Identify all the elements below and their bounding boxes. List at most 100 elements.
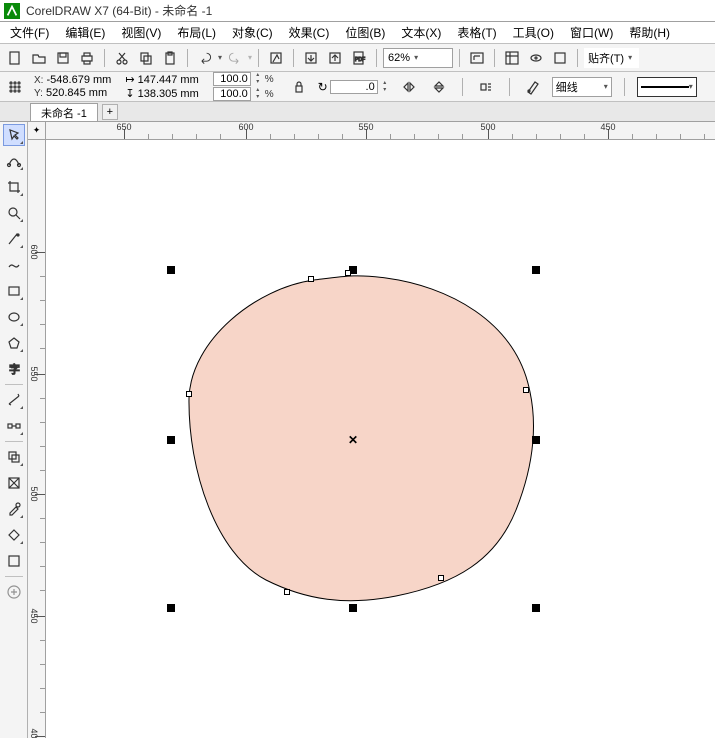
redo-dropdown[interactable]: ▾ xyxy=(248,53,252,62)
text-tool[interactable]: 字 xyxy=(3,358,25,380)
document-tab[interactable]: 未命名 -1 xyxy=(30,103,98,121)
width-value[interactable]: 147.447 mm xyxy=(138,74,199,86)
show-guides-button[interactable] xyxy=(549,47,571,69)
menu-bitmap[interactable]: 位图(B) xyxy=(337,22,393,43)
import-button[interactable] xyxy=(300,47,322,69)
menu-tools[interactable]: 工具(O) xyxy=(505,22,562,43)
drawing-surface[interactable]: ✕ xyxy=(46,140,715,738)
zoom-combo[interactable]: 62% ▾ xyxy=(383,48,453,68)
artistic-media-tool[interactable] xyxy=(3,254,25,276)
connector-tool[interactable] xyxy=(3,415,25,437)
menu-table[interactable]: 表格(T) xyxy=(449,22,504,43)
freehand-tool[interactable] xyxy=(3,228,25,250)
scale-y-input[interactable] xyxy=(213,87,251,101)
menu-text[interactable]: 文本(X) xyxy=(393,22,449,43)
wrap-text-button[interactable] xyxy=(475,76,497,98)
smart-fill-tool[interactable] xyxy=(3,550,25,572)
add-document-button[interactable]: + xyxy=(102,104,118,120)
polygon-tool[interactable] xyxy=(3,332,25,354)
selection-handle[interactable] xyxy=(349,604,357,612)
mirror-h-button[interactable] xyxy=(398,76,420,98)
drop-shadow-tool[interactable] xyxy=(3,446,25,468)
selection-handle[interactable] xyxy=(167,604,175,612)
paste-button[interactable] xyxy=(159,47,181,69)
ruler-v-label: 500 xyxy=(29,486,39,501)
rotation-input[interactable] xyxy=(330,80,378,94)
snap-combo[interactable]: 贴齐(T) ▾ xyxy=(584,48,639,68)
transparency-tool[interactable] xyxy=(3,472,25,494)
line-style-combo[interactable]: ▾ xyxy=(637,77,697,97)
publish-pdf-button[interactable]: PDF xyxy=(348,47,370,69)
shape-node[interactable] xyxy=(308,276,314,282)
quick-customize-button[interactable] xyxy=(3,581,25,603)
crop-tool[interactable] xyxy=(3,176,25,198)
outline-width-value: 细线 xyxy=(556,79,578,95)
size-fields: ↦ 147.447 mm ↧ 138.305 mm xyxy=(125,73,204,100)
origin-icon[interactable] xyxy=(4,76,26,98)
copy-button[interactable] xyxy=(135,47,157,69)
shape-node[interactable] xyxy=(284,589,290,595)
interactive-fill-tool[interactable] xyxy=(3,524,25,546)
separator xyxy=(462,78,463,96)
lock-ratio-button[interactable] xyxy=(288,76,310,98)
scale-x-input[interactable] xyxy=(213,72,251,86)
selection-handle[interactable] xyxy=(532,604,540,612)
zoom-tool[interactable] xyxy=(3,202,25,224)
ruler-v-label: 600 xyxy=(29,244,39,259)
menu-view[interactable]: 视图(V) xyxy=(113,22,169,43)
menu-file[interactable]: 文件(F) xyxy=(2,22,57,43)
selection-handle[interactable] xyxy=(532,436,540,444)
ruler-h-label: 500 xyxy=(480,122,495,132)
line-sample xyxy=(641,86,689,88)
rotation-field: ↻ ▴▾ xyxy=(318,80,390,94)
canvas[interactable]: ✦ 650600550500450400 600550500450400 ✕ xyxy=(28,122,715,738)
open-button[interactable] xyxy=(28,47,50,69)
show-rulers-button[interactable] xyxy=(501,47,523,69)
menu-object[interactable]: 对象(C) xyxy=(224,22,281,43)
shape-tool[interactable] xyxy=(3,150,25,172)
menu-effects[interactable]: 效果(C) xyxy=(281,22,338,43)
mirror-v-button[interactable] xyxy=(428,76,450,98)
ellipse-tool[interactable] xyxy=(3,306,25,328)
selection-handle[interactable] xyxy=(532,266,540,274)
separator xyxy=(5,384,23,385)
outline-pen-icon[interactable] xyxy=(522,76,544,98)
shape-node[interactable] xyxy=(345,270,351,276)
export-button[interactable] xyxy=(324,47,346,69)
outline-width-combo[interactable]: 细线 ▾ xyxy=(552,77,612,97)
rotation-spinner[interactable]: ▴▾ xyxy=(380,80,390,94)
app-icon xyxy=(4,3,20,19)
pick-tool[interactable] xyxy=(3,124,25,146)
shape-node[interactable] xyxy=(186,391,192,397)
chevron-down-icon: ▾ xyxy=(689,82,693,91)
menu-edit[interactable]: 编辑(E) xyxy=(57,22,113,43)
rectangle-tool[interactable] xyxy=(3,280,25,302)
ruler-origin[interactable]: ✦ xyxy=(28,122,46,140)
menu-layout[interactable]: 布局(L) xyxy=(169,22,224,43)
selected-shape[interactable] xyxy=(46,140,715,738)
cut-button[interactable] xyxy=(111,47,133,69)
show-grid-button[interactable] xyxy=(525,47,547,69)
menu-window[interactable]: 窗口(W) xyxy=(562,22,621,43)
fullscreen-button[interactable] xyxy=(466,47,488,69)
selection-handle[interactable] xyxy=(167,266,175,274)
print-button[interactable] xyxy=(76,47,98,69)
y-value[interactable]: 520.845 mm xyxy=(46,87,107,99)
ruler-horizontal[interactable]: 650600550500450400 xyxy=(46,122,715,140)
save-button[interactable] xyxy=(52,47,74,69)
ruler-vertical[interactable]: 600550500450400 xyxy=(28,140,46,738)
menu-help[interactable]: 帮助(H) xyxy=(621,22,678,43)
shape-node[interactable] xyxy=(523,387,529,393)
height-value[interactable]: 138.305 mm xyxy=(138,88,199,100)
redo-button[interactable] xyxy=(224,47,246,69)
search-button[interactable] xyxy=(265,47,287,69)
x-value[interactable]: -548.679 mm xyxy=(47,74,112,86)
undo-dropdown[interactable]: ▾ xyxy=(218,53,222,62)
y-label: Y: xyxy=(34,88,43,99)
new-button[interactable] xyxy=(4,47,26,69)
undo-button[interactable] xyxy=(194,47,216,69)
eyedropper-tool[interactable] xyxy=(3,498,25,520)
parallel-dim-tool[interactable] xyxy=(3,389,25,411)
shape-node[interactable] xyxy=(438,575,444,581)
selection-handle[interactable] xyxy=(167,436,175,444)
